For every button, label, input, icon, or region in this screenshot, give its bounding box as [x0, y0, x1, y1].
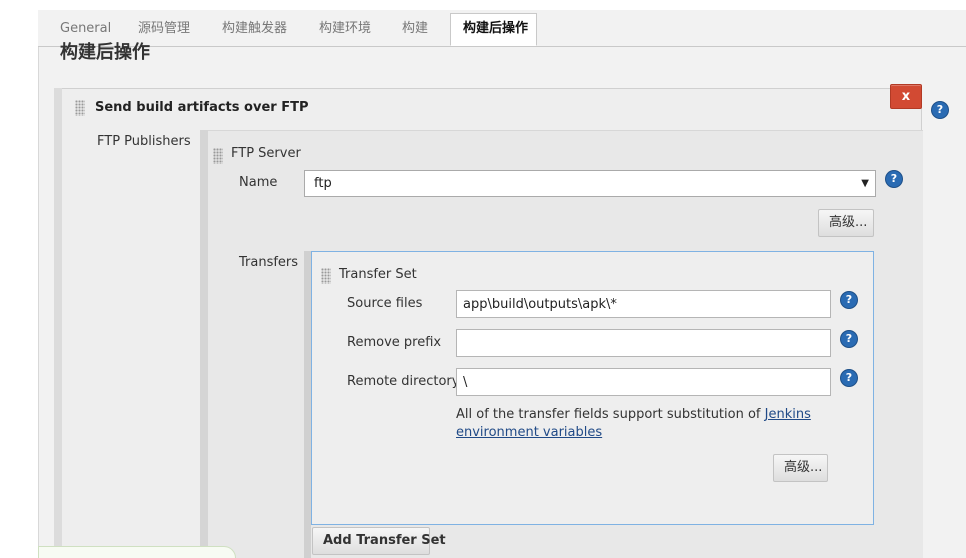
drag-handle-icon[interactable]	[75, 100, 85, 116]
substitution-info-text: All of the transfer fields support subst…	[456, 407, 765, 422]
help-icon[interactable]: ?	[932, 102, 948, 118]
remote-directory-label: Remote directory	[347, 374, 460, 389]
help-icon[interactable]: ?	[841, 370, 857, 386]
delete-publisher-button[interactable]: x	[890, 84, 922, 109]
config-tabs: General 源码管理 构建触发器 构建环境 构建 构建后操作	[38, 10, 966, 47]
remove-prefix-label: Remove prefix	[347, 335, 442, 350]
server-name-value: ftp	[314, 176, 332, 191]
server-name-select[interactable]: ftp ▼	[304, 170, 876, 197]
remote-directory-input[interactable]	[456, 368, 831, 396]
tab-build-environment[interactable]: 构建环境	[307, 16, 383, 46]
add-transfer-set-button[interactable]: Add Transfer Set	[312, 527, 446, 555]
chevron-down-icon: ▼	[861, 178, 869, 189]
tab-post-build-actions[interactable]: 构建后操作	[450, 13, 537, 46]
section-heading: 构建后操作	[60, 42, 150, 60]
tab-build-triggers[interactable]: 构建触发器	[210, 16, 299, 46]
server-advanced-button[interactable]: 高级...	[818, 209, 874, 237]
tab-build[interactable]: 构建	[390, 16, 440, 46]
transfer-set-title: Transfer Set	[339, 267, 417, 282]
transfers-label: Transfers	[239, 255, 299, 270]
help-icon[interactable]: ?	[886, 171, 902, 187]
ftp-server-title: FTP Server	[231, 146, 301, 161]
publisher-title: Send build artifacts over FTP	[95, 100, 309, 115]
jenkins-config-page: General 源码管理 构建触发器 构建环境 构建 构建后操作 构建后操作 S…	[0, 0, 966, 558]
source-files-label: Source files	[347, 296, 423, 311]
drag-handle-icon[interactable]	[213, 148, 223, 164]
source-files-input[interactable]	[456, 290, 831, 318]
transfer-drag-bar[interactable]	[304, 251, 311, 558]
remove-prefix-input[interactable]	[456, 329, 831, 357]
server-drag-bar[interactable]	[200, 130, 208, 558]
bottom-notification-edge	[38, 546, 236, 558]
substitution-info: All of the transfer fields support subst…	[456, 406, 816, 442]
drag-handle-icon[interactable]	[321, 268, 331, 284]
ftp-publishers-label: FTP Publishers	[97, 134, 191, 149]
name-label: Name	[239, 175, 278, 190]
help-icon[interactable]: ?	[841, 292, 857, 308]
block-drag-bar[interactable]	[54, 88, 62, 558]
help-icon[interactable]: ?	[841, 331, 857, 347]
transfer-advanced-button[interactable]: 高级...	[773, 454, 828, 482]
left-gutter	[0, 10, 38, 558]
